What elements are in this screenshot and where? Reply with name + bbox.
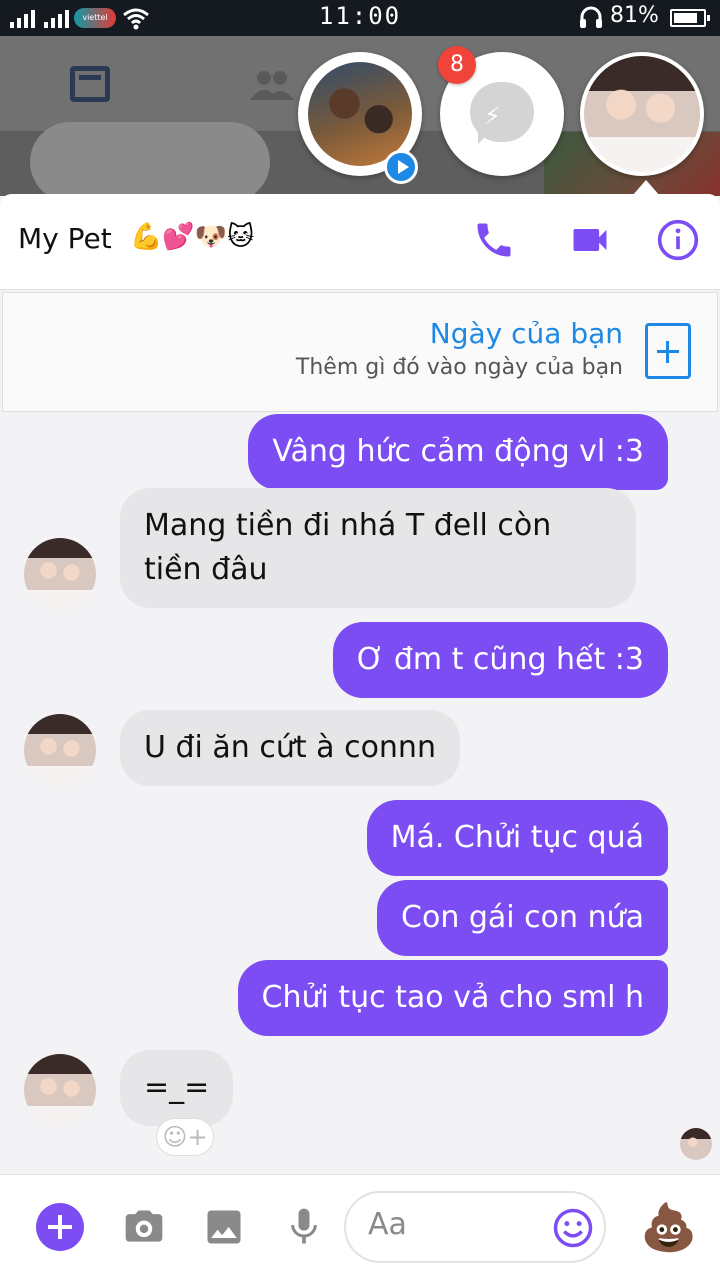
message-bubble[interactable]: Mang tiền đi nhá T đell còn tiền đâu (120, 488, 636, 608)
status-bar: viettel 11:00 81% (0, 0, 720, 36)
phone-icon[interactable] (472, 218, 516, 262)
battery-percent: 81% (610, 3, 659, 28)
your-day-subtitle: Thêm gì đó vào ngày của bạn (295, 355, 623, 380)
message-composer: Aa 💩 (0, 1174, 720, 1280)
message-bubble[interactable]: U đi ăn cứt à connn (120, 710, 460, 786)
chat-head-pointer (632, 180, 660, 196)
avatar[interactable] (24, 1054, 96, 1126)
camera-icon[interactable] (122, 1205, 166, 1249)
battery-icon (670, 9, 710, 27)
message-bubble[interactable]: Ơ đm t cũng hết :3 (332, 622, 668, 698)
your-day-title[interactable]: Ngày của bạn (430, 317, 623, 350)
messenger-icon: ⚡ (470, 82, 534, 144)
friends-icon (250, 71, 294, 100)
background-shape (30, 122, 270, 196)
your-day-card[interactable]: Ngày của bạn Thêm gì đó vào ngày của bạn (2, 292, 718, 412)
more-options-button[interactable] (36, 1203, 84, 1251)
avatar[interactable] (24, 714, 96, 786)
image-icon[interactable] (202, 1205, 246, 1249)
avatar[interactable] (24, 538, 96, 610)
add-to-day-button[interactable] (645, 323, 691, 379)
headset-icon (580, 6, 602, 28)
message-input-placeholder: Aa (368, 1207, 407, 1242)
conversation-title-emoji: 💪💕🐶🐱 (130, 222, 255, 252)
message-bubble[interactable]: Con gái con nứa (377, 880, 668, 956)
message-bubble[interactable]: Chửi tục tao vả cho sml h (237, 960, 668, 1036)
unread-badge: 8 (438, 46, 476, 84)
chat-header: My Pet 💪💕🐶🐱 (0, 194, 720, 290)
play-icon (384, 150, 418, 184)
chat-head-my-pet[interactable] (580, 52, 704, 176)
battery-fill (674, 13, 697, 23)
add-reaction-button[interactable]: ☺+ (156, 1118, 214, 1156)
chat-panel: My Pet 💪💕🐶🐱 Ngày của bạn Thêm gì đó vào … (0, 194, 720, 1280)
message-bubble[interactable]: Má. Chửi tục quá (366, 800, 668, 876)
avatar (584, 56, 700, 172)
message-bubble[interactable]: =_= (120, 1050, 234, 1126)
seen-avatar (680, 1128, 712, 1160)
info-icon[interactable] (656, 218, 700, 262)
emoji-icon[interactable] (552, 1207, 594, 1249)
poop-emoji-send-button[interactable]: 💩 (640, 1199, 697, 1255)
conversation-title[interactable]: My Pet (18, 222, 112, 255)
message-input[interactable]: Aa (344, 1191, 606, 1263)
news-feed-icon (70, 66, 110, 102)
video-icon[interactable] (568, 218, 612, 262)
chat-head-couple[interactable] (298, 52, 422, 184)
message-bubble[interactable]: Vâng hức cảm động vl :3 (248, 414, 668, 490)
microphone-icon[interactable] (282, 1205, 326, 1249)
